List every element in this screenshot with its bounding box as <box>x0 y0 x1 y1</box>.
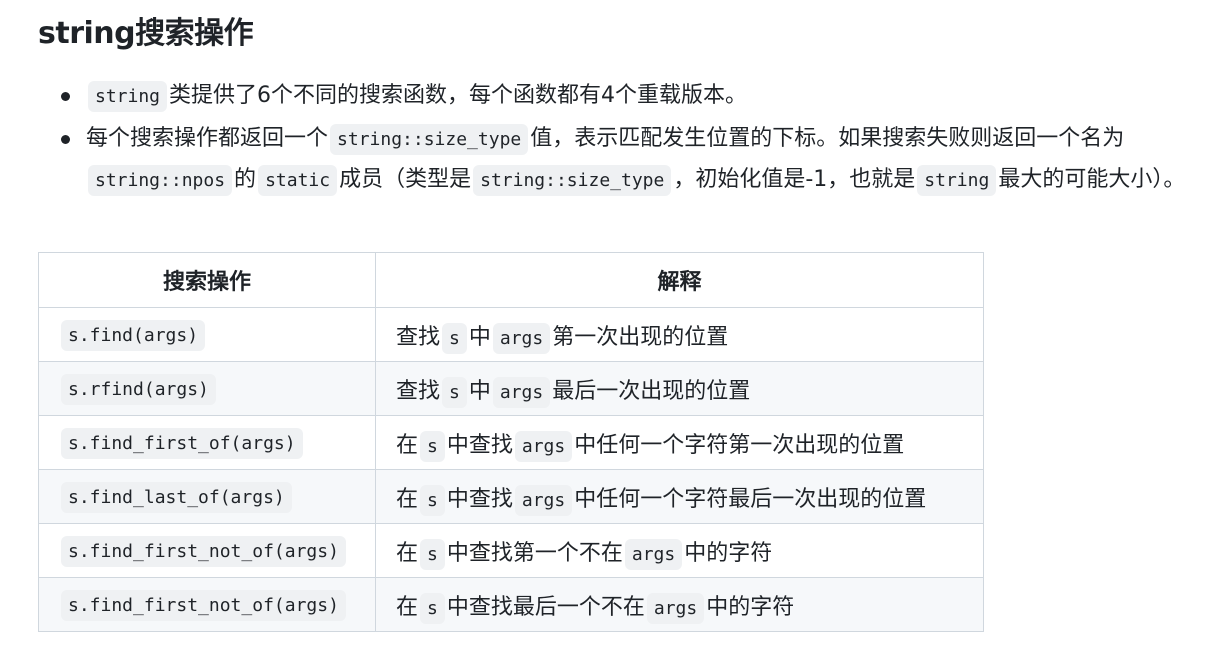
inline-code: s.find_last_of(args) <box>61 482 292 513</box>
table-row: s.find_first_not_of(args) 在 s 中查找最后一个不在 arg… <box>38 577 984 632</box>
inline-code: s <box>420 592 445 624</box>
description-cell: 查找 s 中 args 最后一次出现的位置 <box>375 361 984 416</box>
cell-text: 中的字符 <box>684 540 773 566</box>
cell-text: 中 <box>468 378 491 404</box>
inline-code: string <box>917 165 997 196</box>
description-cell: 在 s 中查找第一个不在 args 中的字符 <box>375 523 984 578</box>
cell-text: 查找 <box>396 378 441 404</box>
operation-cell: s.find_first_not_of(args) <box>38 523 376 578</box>
cell-text: 中查找最后一个不在 <box>446 594 645 620</box>
cell-text: 查找 <box>396 324 441 350</box>
bullet-list: string 类提供了6个不同的搜索函数，每个函数都有4个重载版本。 每个搜索操作… <box>0 76 1226 201</box>
bullet-text: 值，表示匹配发生位置的下标。如果搜索失败则返回一个名为 <box>530 126 1125 151</box>
inline-code: args <box>646 592 705 624</box>
inline-code: s.find(args) <box>61 320 206 351</box>
cell-text: 中查找 <box>446 486 513 512</box>
operation-cell: s.find_last_of(args) <box>38 469 376 524</box>
section-heading: string搜索操作 <box>38 16 254 51</box>
bullet-item: 每个搜索操作都返回一个 string::size_type 值，表示匹配发生位置的下… <box>0 119 1226 201</box>
cell-text: 中查找第一个不在 <box>446 540 623 566</box>
cell-text: 在 <box>396 540 419 566</box>
bullet-text: 成员（类型是 <box>339 167 472 192</box>
description-cell: 在 s 中查找 args 中任何一个字符第一次出现的位置 <box>375 415 984 470</box>
inline-code: s <box>442 322 467 354</box>
table-row: s.find_last_of(args) 在 s 中查找 args 中任何一个字符最后一… <box>38 469 984 524</box>
inline-code: args <box>492 322 551 354</box>
inline-code: s.find_first_of(args) <box>61 428 303 459</box>
inline-code: args <box>624 538 683 570</box>
inline-code: s <box>420 430 445 462</box>
cell-text: 中的字符 <box>706 594 795 620</box>
cell-text: 在 <box>396 594 419 620</box>
operation-cell: s.find_first_of(args) <box>38 415 376 470</box>
description-cell: 查找 s 中 args 第一次出现的位置 <box>375 307 984 362</box>
bullet-text: 最大的可能大小）。 <box>998 167 1186 192</box>
bullet-dot-icon <box>61 92 70 101</box>
table-row: s.find(args) 查找 s 中 args 第一次出现的位置 <box>38 307 984 362</box>
inline-code: s <box>420 538 445 570</box>
search-operations-table: 搜索操作 解释 s.find(args) 查找 s 中 args 第一次出现的位置 s.… <box>38 252 984 632</box>
inline-code: args <box>492 376 551 408</box>
operation-cell: s.find(args) <box>38 307 376 362</box>
table-header-row: 搜索操作 解释 <box>38 252 984 308</box>
inline-code: s.find_first_not_of(args) <box>61 536 346 567</box>
table-row: s.find_first_of(args) 在 s 中查找 args 中任何一个字符第一… <box>38 415 984 470</box>
description-cell: 在 s 中查找 args 中任何一个字符最后一次出现的位置 <box>375 469 984 524</box>
inline-code: string::npos <box>88 165 233 196</box>
bullet-text: 的 <box>234 167 257 192</box>
inline-code: args <box>514 430 573 462</box>
cell-text: 第一次出现的位置 <box>552 324 729 350</box>
inline-code: s <box>420 484 445 516</box>
inline-code: s.rfind(args) <box>61 374 216 405</box>
bullet-text: 每个搜索操作都返回一个 <box>86 126 329 151</box>
description-cell: 在 s 中查找最后一个不在 args 中的字符 <box>375 577 984 632</box>
column-header: 搜索操作 <box>38 252 376 308</box>
inline-code: s <box>442 376 467 408</box>
cell-text: 中查找 <box>446 432 513 458</box>
bullet-item: string 类提供了6个不同的搜索函数，每个函数都有4个重载版本。 <box>0 76 1226 117</box>
cell-text: 中任何一个字符最后一次出现的位置 <box>574 486 927 512</box>
cell-text: 最后一次出现的位置 <box>552 378 751 404</box>
cell-text: 在 <box>396 432 419 458</box>
bullet-dot-icon <box>61 135 70 144</box>
inline-code: args <box>514 484 573 516</box>
inline-code: string::size_type <box>473 165 672 196</box>
operation-cell: s.rfind(args) <box>38 361 376 416</box>
operation-cell: s.find_first_not_of(args) <box>38 577 376 632</box>
cell-text: 中 <box>468 324 491 350</box>
cell-text: 中任何一个字符第一次出现的位置 <box>574 432 905 458</box>
bullet-text: ，初始化值是-1，也就是 <box>673 167 916 192</box>
inline-code: s.find_first_not_of(args) <box>61 590 346 621</box>
inline-code: static <box>258 165 338 196</box>
inline-code: string::size_type <box>330 124 529 155</box>
table-row: s.rfind(args) 查找 s 中 args 最后一次出现的位置 <box>38 361 984 416</box>
inline-code: string <box>88 81 168 112</box>
column-header: 解释 <box>375 252 984 308</box>
table-row: s.find_first_not_of(args) 在 s 中查找第一个不在 args… <box>38 523 984 578</box>
cell-text: 在 <box>396 486 419 512</box>
bullet-text: 类提供了6个不同的搜索函数，每个函数都有4个重载版本。 <box>169 83 748 108</box>
